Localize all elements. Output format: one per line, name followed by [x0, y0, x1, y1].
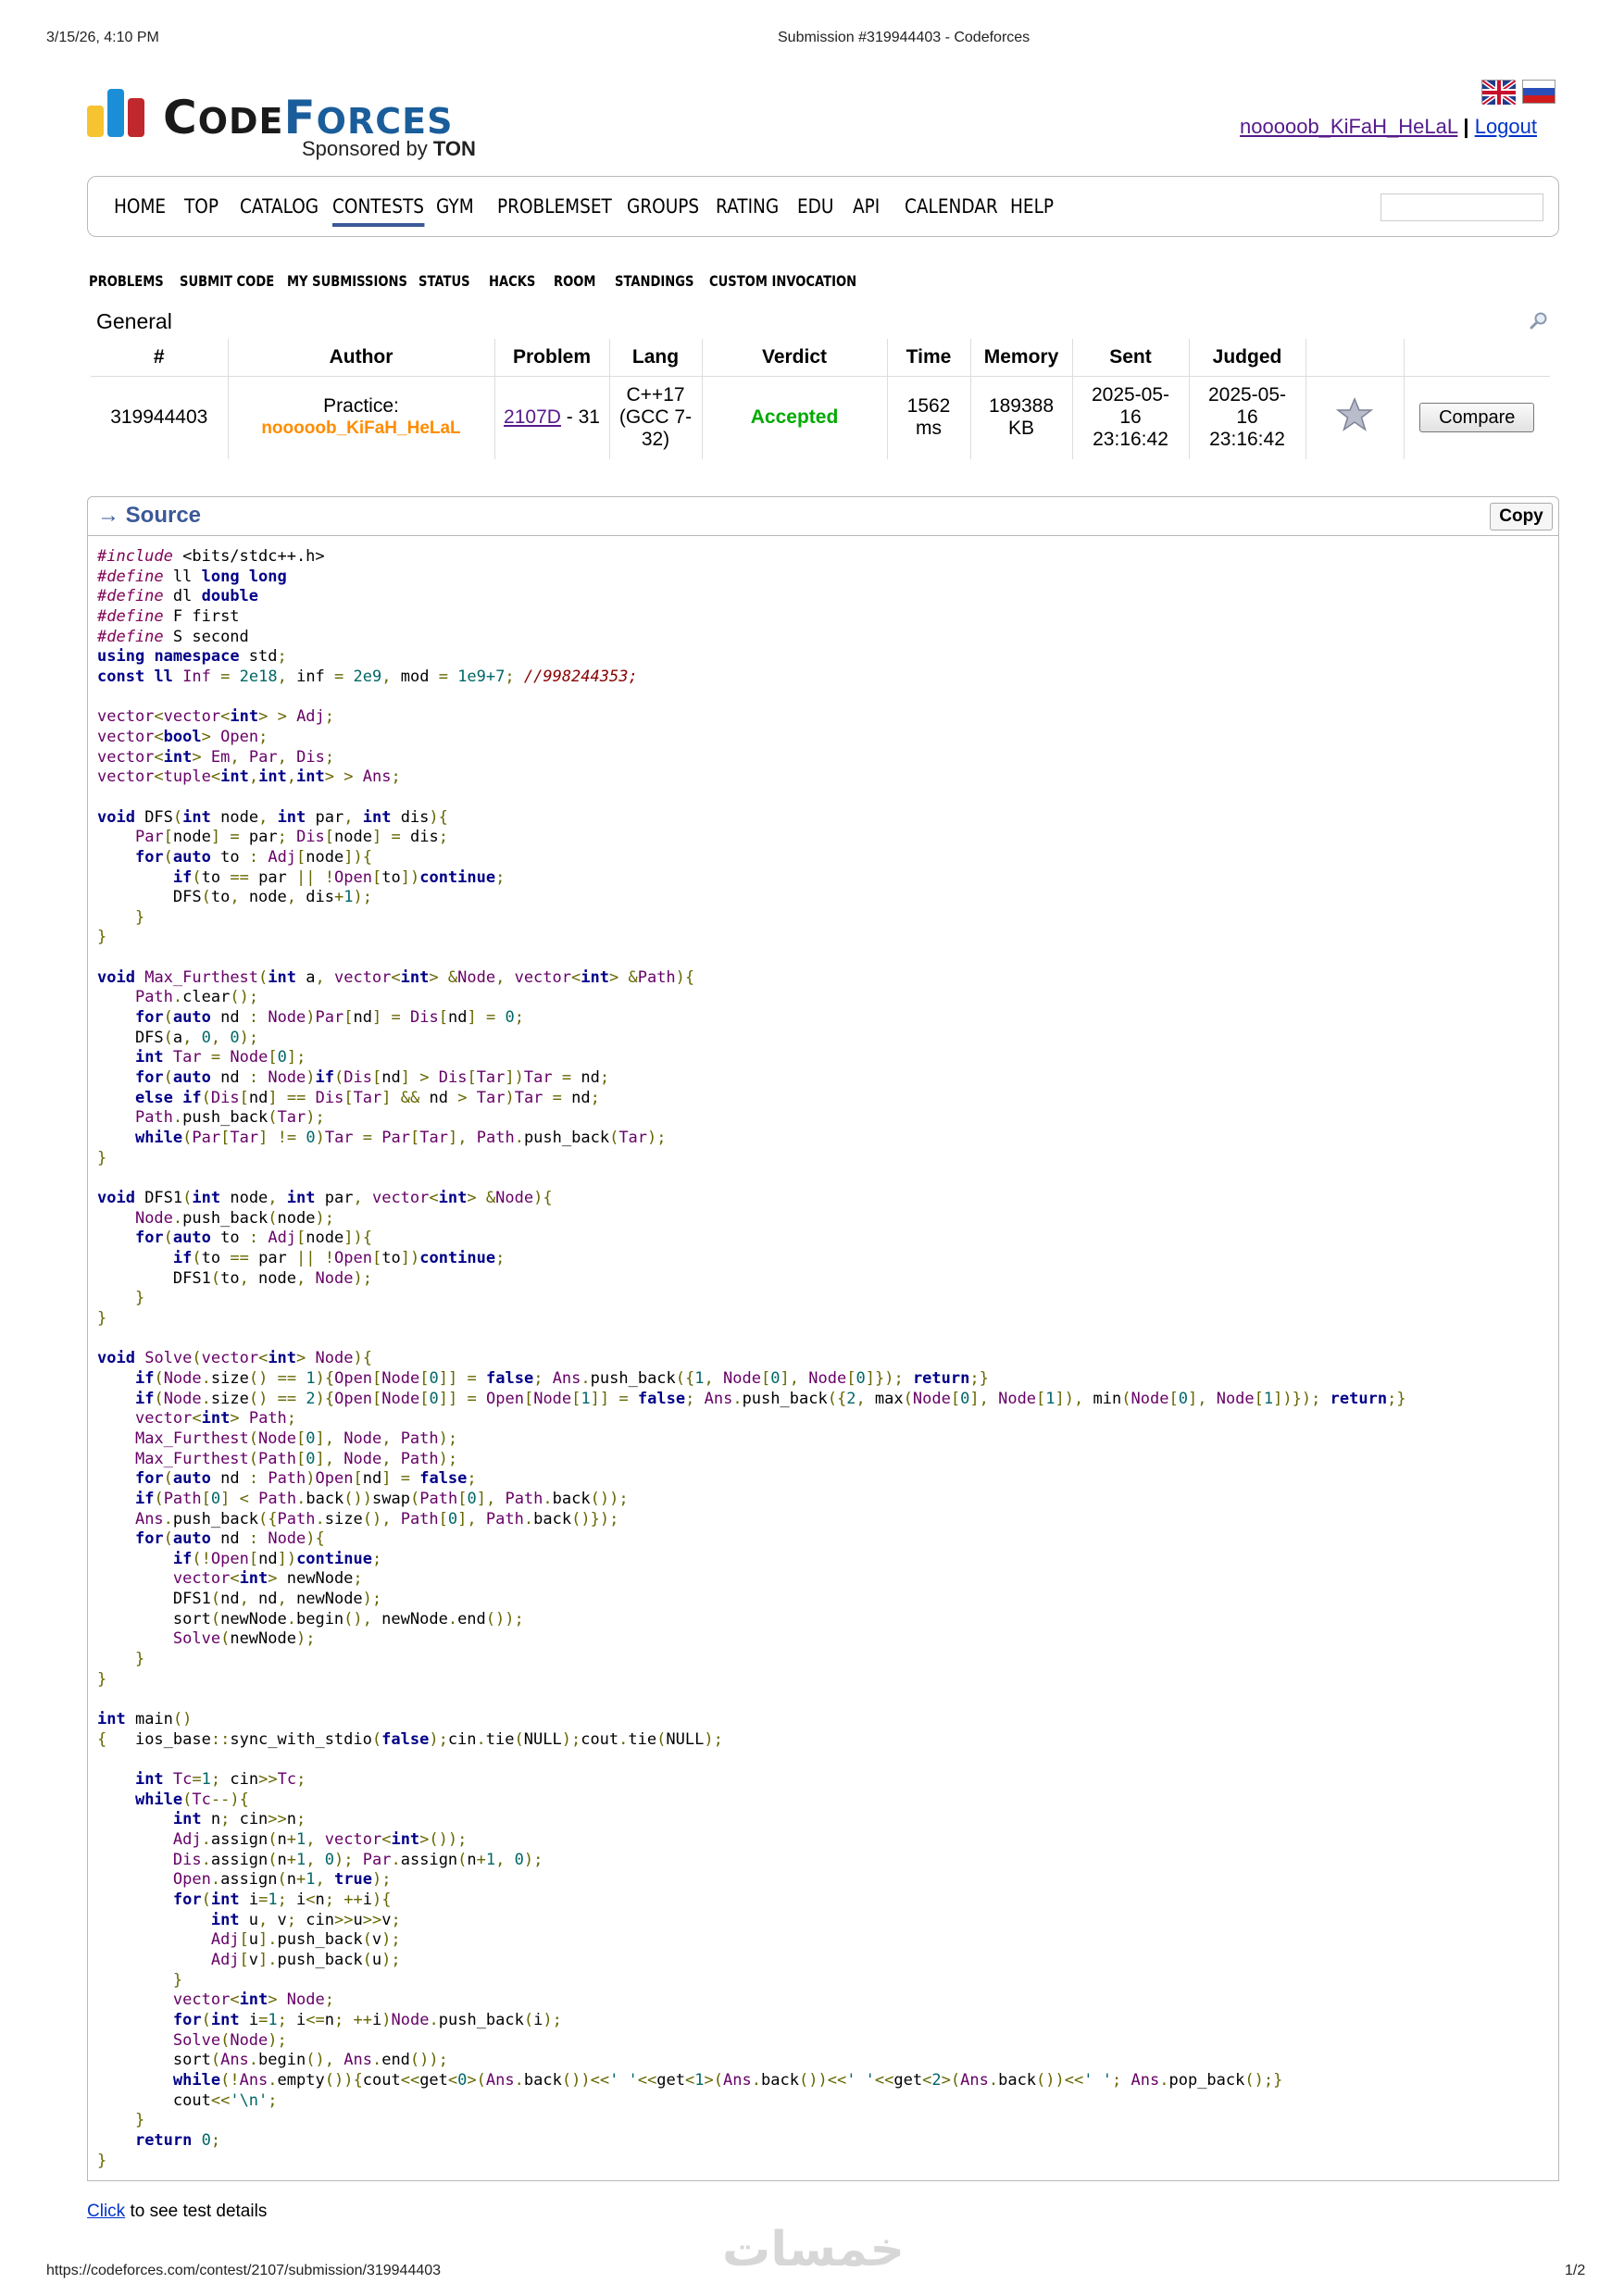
source-panel: → Source Copy #include <bits/stdc++.h> #… — [87, 496, 1559, 2181]
author-prefix: Practice: — [323, 395, 399, 418]
menu-help[interactable]: HELP — [1010, 195, 1054, 218]
menu-groups[interactable]: GROUPS — [627, 195, 699, 218]
problem-suffix: - 31 — [566, 406, 600, 429]
menu-problemset[interactable]: PROBLEMSET — [497, 195, 612, 218]
star-icon[interactable] — [1335, 396, 1374, 433]
favourite-cell — [1305, 375, 1405, 459]
lang-line-2: (GCC 7- — [618, 406, 693, 429]
menu-contests[interactable]: CONTESTS — [332, 195, 424, 227]
memory-cell: 189388 KB — [970, 375, 1073, 459]
submenu-hacks[interactable]: HACKS — [489, 272, 535, 290]
copy-button[interactable]: Copy — [1490, 503, 1553, 530]
test-details-text: to see test details — [130, 2202, 268, 2221]
col-header-sent: Sent — [1072, 339, 1190, 376]
source-title: → Source — [97, 503, 202, 528]
menu-gym[interactable]: GYM — [436, 195, 474, 218]
submission-id: 319944403 — [91, 375, 229, 459]
col-header-id: # — [91, 339, 229, 376]
col-header-compare — [1404, 339, 1550, 376]
col-header-lang: Lang — [609, 339, 703, 376]
magnifier-icon[interactable] — [1530, 311, 1548, 330]
col-header-judged: Judged — [1189, 339, 1306, 376]
menu-home[interactable]: HOME — [114, 195, 166, 218]
user-separator: | — [1463, 115, 1469, 138]
compare-button[interactable]: Compare — [1419, 403, 1535, 433]
print-datetime: 3/15/26, 4:10 PM — [46, 30, 159, 45]
russian-flag-icon[interactable] — [1522, 80, 1555, 104]
col-header-favourite — [1305, 339, 1405, 376]
test-details-line: Click to see test details — [87, 2202, 267, 2222]
col-header-problem: Problem — [494, 339, 610, 376]
col-header-author: Author — [228, 339, 495, 376]
menu-top[interactable]: TOP — [184, 195, 219, 218]
time-value: 1562 — [906, 395, 951, 418]
sent-line-3: 23:16:42 — [1093, 429, 1168, 451]
menu-calendar[interactable]: CALENDAR — [905, 195, 998, 218]
user-bar: nooooob_KiFaH_HeLaL | Logout — [1240, 115, 1537, 139]
submission-status-table: # Author Problem Lang Verdict Time Memor… — [91, 339, 1550, 459]
time-cell: 1562 ms — [887, 375, 971, 459]
sent-line-2: 16 — [1119, 406, 1142, 429]
submenu-status[interactable]: STATUS — [418, 272, 470, 290]
logout-link[interactable]: Logout — [1475, 115, 1537, 138]
submenu-standings[interactable]: STANDINGS — [615, 272, 693, 290]
table-header-row: # Author Problem Lang Verdict Time Memor… — [91, 339, 1550, 376]
logo-bars-icon — [87, 87, 146, 137]
sent-line-1: 2025-05- — [1091, 384, 1170, 406]
menu-catalog[interactable]: CATALOG — [240, 195, 319, 218]
lang-line-3: 32) — [641, 429, 670, 451]
watermark-logo: خمسات — [722, 2222, 906, 2277]
submenu-my-submissions[interactable]: MY SUBMISSIONS — [287, 272, 407, 290]
menu-edu[interactable]: EDU — [797, 195, 833, 218]
col-header-time: Time — [887, 339, 971, 376]
search-input[interactable] — [1380, 193, 1543, 221]
judged-line-1: 2025-05- — [1207, 384, 1287, 406]
submenu-custom-invocation[interactable]: CUSTOM INVOCATION — [709, 272, 856, 290]
verdict-cell: Accepted — [702, 375, 888, 459]
codeforces-logo[interactable]: CODEFORCES Sponsored by TON — [87, 87, 494, 163]
author-cell: Practice: nooooob_KiFaH_HeLaL — [228, 375, 495, 459]
user-handle-link[interactable]: nooooob_KiFaH_HeLaL — [1240, 115, 1457, 138]
menu-api[interactable]: API — [853, 195, 880, 218]
lang-cell: C++17 (GCC 7- 32) — [609, 375, 703, 459]
author-handle[interactable]: nooooob_KiFaH_HeLaL — [230, 418, 493, 440]
lang-line-1: C++17 — [626, 384, 685, 406]
menu-rating[interactable]: RATING — [716, 195, 779, 218]
col-header-verdict: Verdict — [702, 339, 888, 376]
table-row: 319944403 Practice: nooooob_KiFaH_HeLaL … — [91, 375, 1550, 459]
print-page-title: Submission #319944403 - Codeforces — [778, 30, 1031, 45]
submenu-room[interactable]: ROOM — [554, 272, 595, 290]
source-code[interactable]: #include <bits/stdc++.h> #define ll long… — [97, 547, 1406, 2171]
sent-cell: 2025-05- 16 23:16:42 — [1072, 375, 1190, 459]
memory-unit: KB — [1007, 418, 1034, 440]
judged-cell: 2025-05- 16 23:16:42 — [1189, 375, 1306, 459]
problem-cell: 2107D - 31 — [494, 375, 610, 459]
compare-cell: Compare — [1404, 375, 1550, 459]
submenu-submit-code[interactable]: SUBMIT CODE — [180, 272, 274, 290]
section-title: General — [96, 309, 172, 333]
verdict-accepted: Accepted — [750, 406, 839, 429]
judged-line-3: 23:16:42 — [1209, 429, 1285, 451]
main-menu: HOME TOP CATALOG CONTESTS GYM PROBLEMSET… — [87, 176, 1559, 237]
print-page-number: 1/2 — [1565, 2263, 1586, 2278]
click-link[interactable]: Click — [87, 2202, 125, 2221]
logo-sponsor: Sponsored by TON — [302, 137, 476, 160]
time-unit: ms — [916, 418, 942, 440]
english-flag-icon[interactable] — [1480, 78, 1518, 107]
submenu-problems[interactable]: PROBLEMS — [89, 272, 164, 290]
source-header: → Source Copy — [88, 497, 1558, 536]
memory-value: 189388 — [988, 395, 1055, 418]
problem-link[interactable]: 2107D — [504, 406, 561, 428]
judged-line-2: 16 — [1236, 406, 1258, 429]
print-url: https://codeforces.com/contest/2107/subm… — [46, 2263, 442, 2278]
col-header-memory: Memory — [970, 339, 1073, 376]
